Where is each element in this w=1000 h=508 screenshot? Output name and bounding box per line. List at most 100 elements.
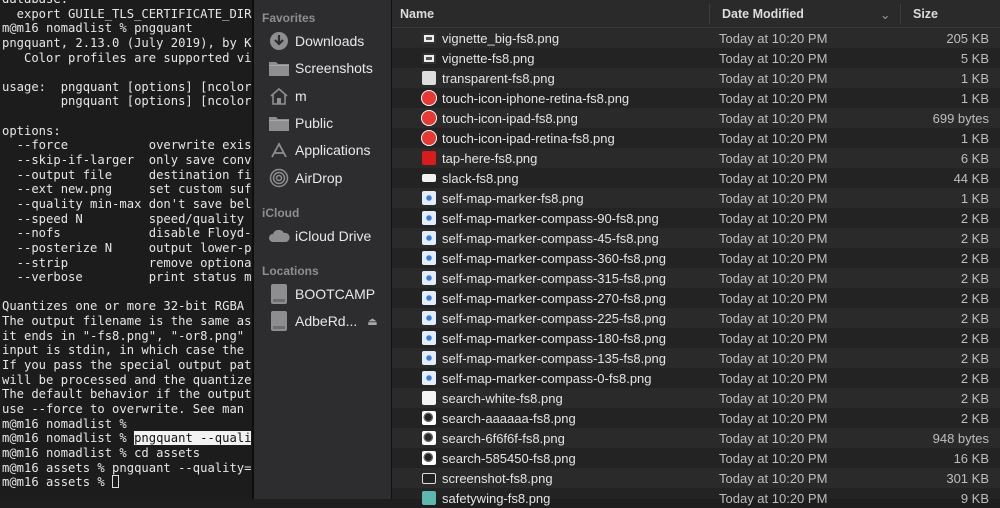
file-row[interactable]: self-map-marker-compass-45-fs8.png Today …: [392, 228, 1000, 248]
sidebar-item-label: iCloud Drive: [295, 228, 372, 244]
column-divider[interactable]: [709, 4, 710, 24]
eject-icon[interactable]: ⏏: [367, 315, 377, 328]
file-date: Today at 10:20 PM: [719, 251, 828, 266]
image-file-icon: [422, 111, 436, 125]
file-name: self-map-marker-compass-135-fs8.png: [442, 351, 666, 366]
file-date: Today at 10:20 PM: [719, 431, 828, 446]
file-date: Today at 10:20 PM: [719, 111, 828, 126]
terminal-line-text: m@m16 nomadlist % pngquant: [2, 21, 193, 36]
file-name: touch-icon-iphone-retina-fs8.png: [442, 91, 630, 106]
sidebar-item-airdrop[interactable]: AirDrop: [268, 167, 342, 189]
file-row[interactable]: self-map-marker-compass-315-fs8.png Today…: [392, 268, 1000, 288]
terminal-line: m@m16 assets %: [2, 475, 253, 490]
terminal-line-text: --ext new.png set custom suf: [2, 182, 252, 197]
file-row[interactable]: self-map-marker-fs8.png Today at 10:20 PM…: [392, 188, 1000, 208]
chevron-down-icon[interactable]: ⌄: [880, 7, 890, 22]
sidebar-item-screenshots[interactable]: Screenshots: [268, 57, 373, 79]
terminal-line-text: Color profiles are supported vi: [2, 50, 252, 65]
image-file-icon: [422, 491, 436, 505]
file-row[interactable]: vignette_big-fs8.png Today at 10:20 PM 205…: [392, 28, 1000, 48]
file-date: Today at 10:20 PM: [719, 351, 828, 366]
file-row[interactable]: search-585450-fs8.png Today at 10:20 PM 16…: [392, 448, 1000, 468]
image-file-icon: [422, 371, 436, 385]
terminal-line-text: m@m16 nomadlist %: [2, 431, 135, 446]
terminal-line-text: export GUILE_TLS_CERTIFICATE_DIR: [2, 6, 252, 21]
file-row[interactable]: search-white-fs8.png Today at 10:20 PM 2 K…: [392, 388, 1000, 408]
airdrop-icon: [268, 168, 290, 188]
file-row[interactable]: transparent-fs8.png Today at 10:20 PM 1 KB: [392, 68, 1000, 88]
folder-icon: [268, 113, 290, 133]
file-row[interactable]: search-6f6f6f-fs8.png Today at 10:20 PM 94…: [392, 428, 1000, 448]
file-size: 2 KB: [960, 371, 989, 386]
sidebar-item-downloads[interactable]: Downloads: [268, 30, 364, 52]
disk-icon: [268, 311, 290, 332]
terminal-line: Color profiles are supported vi: [2, 51, 253, 66]
terminal-line-text: The default behavior if the output: [2, 387, 252, 402]
terminal-line: m@m16 nomadlist %: [2, 417, 253, 432]
file-size: 2 KB: [960, 211, 989, 226]
file-size: 1 KB: [960, 191, 989, 206]
file-row[interactable]: self-map-marker-compass-270-fs8.png Today…: [392, 288, 1000, 308]
terminal-window[interactable]: database: export GUILE_TLS_CERTIFICATE_D…: [0, 0, 253, 499]
sidebar-item-bootcamp[interactable]: BOOTCAMP: [268, 283, 375, 305]
image-file-icon: [422, 291, 436, 305]
terminal-line-text: --output file destination fi: [2, 167, 252, 182]
file-name: touch-icon-ipad-fs8.png: [442, 111, 578, 126]
file-name: screenshot-fs8.png: [442, 471, 553, 486]
terminal-line: input is stdin, in which case the: [2, 343, 253, 358]
column-divider[interactable]: [900, 4, 901, 24]
terminal-line-text: m@m16 nomadlist %: [2, 416, 127, 431]
sidebar-item-applications[interactable]: Applications: [268, 139, 371, 161]
column-header-size[interactable]: Size: [913, 7, 938, 21]
image-file-icon: [422, 33, 436, 44]
terminal-line: m@m16 nomadlist % pngquant --quali: [2, 431, 253, 446]
file-row[interactable]: self-map-marker-compass-360-fs8.png Today…: [392, 248, 1000, 268]
image-file-icon: [422, 191, 436, 205]
sidebar-item-public[interactable]: Public: [268, 112, 333, 134]
file-size: 16 KB: [953, 451, 989, 466]
terminal-line-text: will be processed and the quantize: [2, 372, 252, 387]
terminal-line: --force overwrite exis: [2, 138, 253, 153]
file-name: self-map-marker-compass-90-fs8.png: [442, 211, 659, 226]
sidebar-item-m[interactable]: m: [268, 85, 307, 107]
sidebar-item-label: Public: [295, 114, 334, 131]
column-header-date[interactable]: Date Modified: [722, 7, 804, 21]
terminal-line: m@m16 nomadlist % cd assets: [2, 446, 253, 461]
file-row[interactable]: tap-here-fs8.png Today at 10:20 PM 6 KB: [392, 148, 1000, 168]
file-row[interactable]: slack-fs8.png Today at 10:20 PM 44 KB: [392, 168, 1000, 188]
terminal-line-text: --verbose print status m: [2, 270, 252, 285]
terminal-line: --strip remove optiona: [2, 256, 253, 271]
file-row[interactable]: touch-icon-ipad-retina-fs8.png Today at 1…: [392, 128, 1000, 148]
file-row[interactable]: safetywing-fs8.png Today at 10:20 PM 9 KB: [392, 488, 1000, 508]
file-row[interactable]: vignette-fs8.png Today at 10:20 PM 5 KB: [392, 48, 1000, 68]
file-date: Today at 10:20 PM: [719, 91, 828, 106]
file-size: 2 KB: [960, 331, 989, 346]
column-header-name[interactable]: Name: [400, 7, 434, 21]
file-row[interactable]: self-map-marker-compass-225-fs8.png Today…: [392, 308, 1000, 328]
sidebar-item-adberd[interactable]: AdbeRd... ⏏: [268, 310, 378, 332]
file-date: Today at 10:20 PM: [719, 211, 828, 226]
file-name: self-map-marker-compass-180-fs8.png: [442, 331, 666, 346]
file-row[interactable]: search-aaaaaa-fs8.png Today at 10:20 PM 2 …: [392, 408, 1000, 428]
file-size: 2 KB: [960, 391, 989, 406]
file-row[interactable]: self-map-marker-compass-0-fs8.png Today a…: [392, 368, 1000, 388]
file-row[interactable]: screenshot-fs8.png Today at 10:20 PM 301 K…: [392, 468, 1000, 488]
file-size: 44 KB: [953, 171, 989, 186]
file-date: Today at 10:20 PM: [719, 151, 828, 166]
file-row[interactable]: self-map-marker-compass-135-fs8.png Today…: [392, 348, 1000, 368]
image-file-icon: [422, 131, 436, 145]
folder-icon: [268, 58, 290, 78]
file-row[interactable]: touch-icon-iphone-retina-fs8.png Today at…: [392, 88, 1000, 108]
file-date: Today at 10:20 PM: [719, 291, 828, 306]
sidebar-item-label: Downloads: [295, 33, 365, 49]
file-name: self-map-marker-compass-315-fs8.png: [442, 271, 666, 286]
file-row[interactable]: self-map-marker-compass-180-fs8.png Today…: [392, 328, 1000, 348]
sidebar-item-icloud-drive[interactable]: iCloud Drive: [268, 225, 371, 247]
terminal-line: will be processed and the quantize: [2, 373, 253, 388]
file-row[interactable]: touch-icon-ipad-fs8.png Today at 10:20 PM…: [392, 108, 1000, 128]
file-row[interactable]: self-map-marker-compass-90-fs8.png Today …: [392, 208, 1000, 228]
file-name: search-white-fs8.png: [442, 391, 563, 406]
terminal-line: database:: [2, 0, 253, 7]
